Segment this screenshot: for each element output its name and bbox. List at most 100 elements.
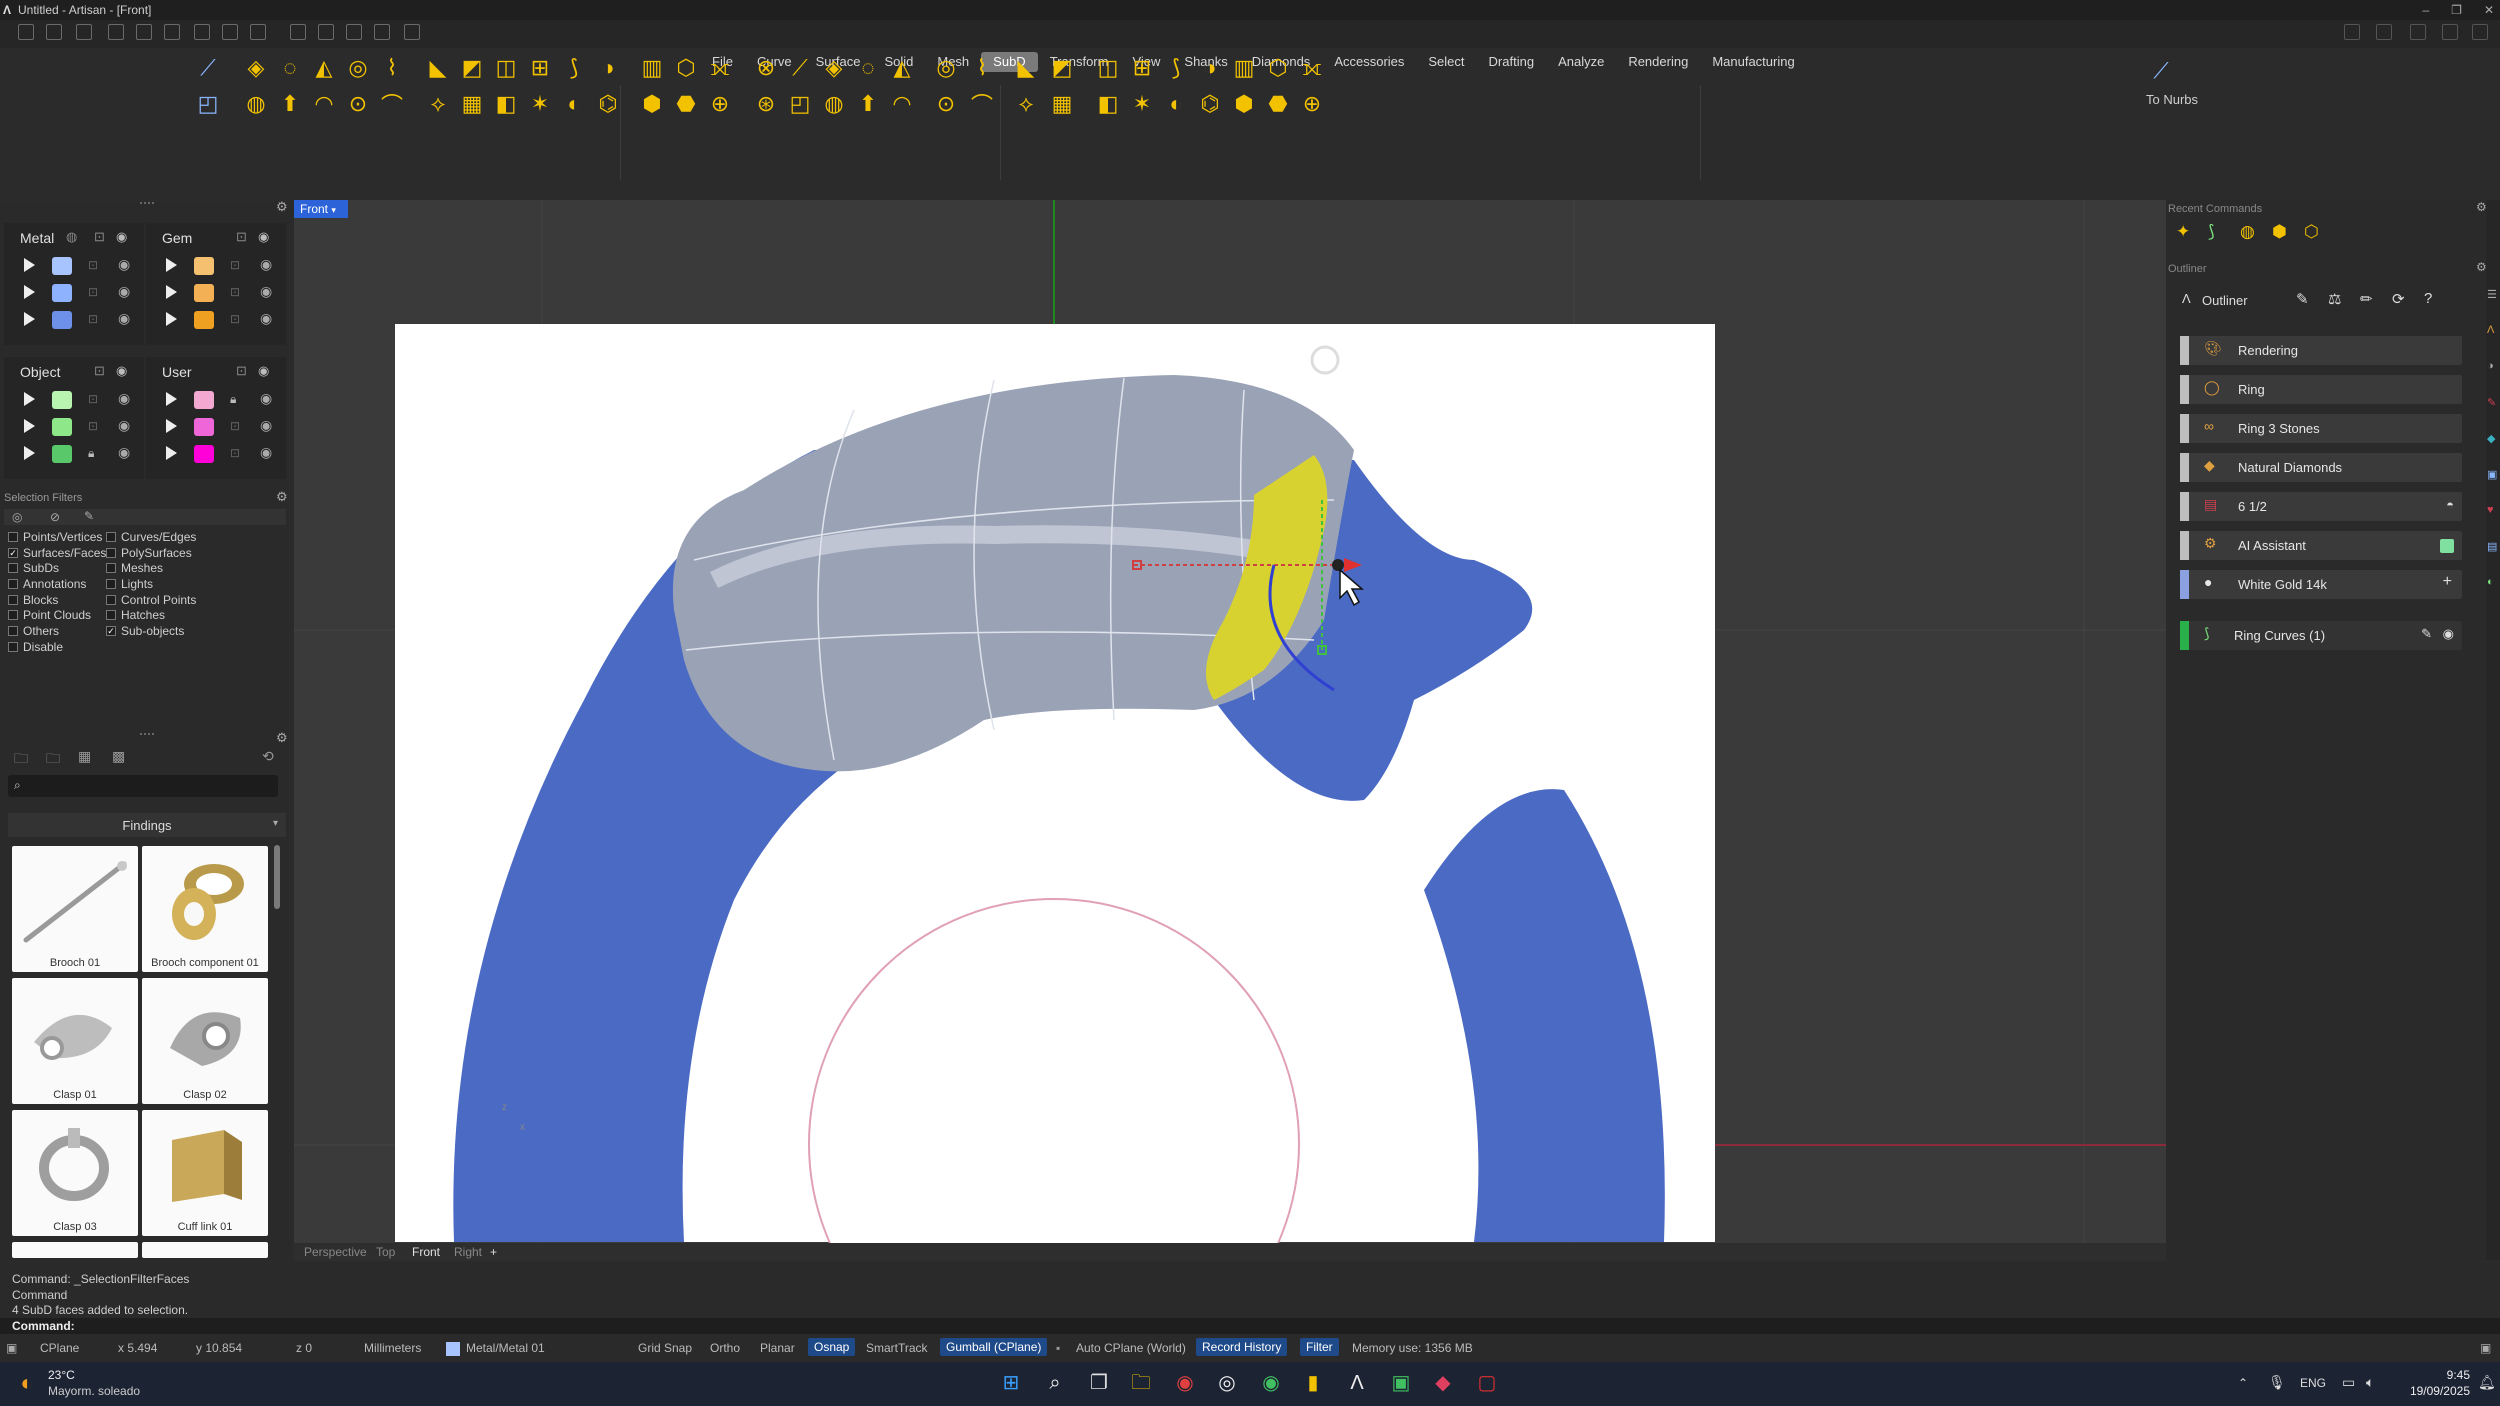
toggle-icon[interactable] <box>2410 24 2426 40</box>
eye-icon[interactable]: ◉ <box>260 444 272 461</box>
layer-color-swatch[interactable] <box>194 391 214 409</box>
panel-toggle-icon[interactable]: ▣ <box>2480 1341 2491 1355</box>
eye-icon[interactable]: ◉ <box>116 229 127 245</box>
layer-color-swatch[interactable] <box>52 418 72 436</box>
open-recent-icon[interactable] <box>108 24 124 40</box>
subd-smooth-tool-icon[interactable]: ⊕ <box>1291 83 1333 125</box>
expand-icon[interactable] <box>24 312 35 326</box>
subd-bend-tool-icon[interactable]: ⌒ <box>371 83 413 125</box>
status-gumball[interactable]: Gumball (CPlane) <box>940 1338 1048 1356</box>
layer-row[interactable]: ⊡ ◉ <box>146 414 286 441</box>
outliner-row-white-gold[interactable]: ● White Gold 14k + <box>2180 570 2462 599</box>
filter-annotations[interactable]: Annotations <box>8 576 106 592</box>
lock-icon[interactable]: ⊡ <box>230 285 240 299</box>
menu-select[interactable]: Select <box>1416 52 1476 72</box>
status-grid-snap[interactable]: Grid Snap <box>638 1341 692 1355</box>
filter-control-points[interactable]: Control Points <box>106 592 196 608</box>
filter-surfaces-faces[interactable]: ✓ Surfaces/Faces <box>8 545 106 561</box>
library-settings-gear-icon[interactable]: ⚙ <box>276 730 288 746</box>
layer-color-swatch[interactable] <box>52 311 72 329</box>
checkbox[interactable] <box>106 547 116 558</box>
outliner-row-ring[interactable]: ◯ Ring <box>2180 375 2462 404</box>
lock-icon[interactable]: ⊡ <box>88 392 98 406</box>
eye-icon[interactable]: ◉ <box>260 417 272 434</box>
filter-meshes[interactable]: Meshes <box>106 560 196 576</box>
status-planar[interactable]: Planar <box>760 1341 795 1355</box>
lock-icon[interactable]: ⊡ <box>230 258 240 272</box>
lock-icon[interactable]: ⊡ <box>88 258 98 272</box>
excel-icon[interactable]: ▣ <box>1388 1370 1414 1396</box>
filter-disable[interactable]: Disable <box>8 639 106 655</box>
outliner-row-ring-size[interactable]: ▤ 6 1/2 ◓ <box>2180 492 2462 521</box>
library-category-dropdown[interactable]: Findings ▾ <box>8 813 286 837</box>
layer-color-swatch[interactable] <box>52 391 72 409</box>
checkbox[interactable] <box>106 531 116 542</box>
layer-row[interactable]: ⊡ ◉ <box>146 280 286 307</box>
folder-icon[interactable]: 🗀︎ <box>14 748 28 772</box>
eye-icon[interactable]: ◉ <box>2443 626 2454 642</box>
filter-sub-objects[interactable]: ✓ Sub-objects <box>106 623 196 639</box>
subd-weld-tool-icon[interactable]: ⌬ <box>587 83 629 125</box>
menu-rendering[interactable]: Rendering <box>1616 52 1700 72</box>
lock-icon[interactable]: ⊡ <box>88 285 98 299</box>
eye-icon[interactable]: ◉ <box>260 310 272 327</box>
clock-date[interactable]: 19/09/2025 <box>2400 1384 2470 1398</box>
eye-icon[interactable]: ◉ <box>260 256 272 273</box>
layer-color-swatch[interactable] <box>194 445 214 463</box>
undo-icon[interactable] <box>136 24 152 40</box>
layer-color-swatch[interactable] <box>446 1342 460 1356</box>
viewport-title-tab[interactable]: Front ▾ <box>294 200 348 218</box>
save-as-icon[interactable] <box>222 24 238 40</box>
layer-color-swatch[interactable] <box>194 257 214 275</box>
layer-row[interactable]: ⊡ ◉ <box>4 307 144 334</box>
layer-color-swatch[interactable] <box>194 284 214 302</box>
side-panel-icon[interactable]: ▣ <box>2487 468 2497 481</box>
checkbox[interactable] <box>8 625 18 636</box>
maximize-icon[interactable]: ❐ <box>2451 3 2462 20</box>
windows-start-icon[interactable]: ⊞ <box>998 1370 1024 1396</box>
expand-icon[interactable] <box>24 419 35 433</box>
library-item-clasp-01[interactable]: Clasp 01 <box>12 978 138 1104</box>
subd-plane-tool-icon[interactable]: ◰ <box>187 83 229 125</box>
tray-chevron-icon[interactable]: ⌃ <box>2238 1376 2248 1390</box>
expand-icon[interactable] <box>166 446 177 460</box>
notes-icon[interactable]: ▮ <box>1300 1370 1326 1396</box>
layout-icon[interactable] <box>2344 24 2360 40</box>
layer-color-swatch[interactable] <box>52 445 72 463</box>
tab-top[interactable]: Top <box>376 1245 395 1259</box>
menu-drafting[interactable]: Drafting <box>1477 52 1547 72</box>
lock-icon[interactable]: ⊡ <box>230 419 240 433</box>
checkbox[interactable] <box>106 578 116 589</box>
library-item-cuff-link-01[interactable]: Cuff link 01 <box>142 1110 268 1236</box>
lock-icon[interactable]: ⊡ <box>236 363 247 379</box>
outliner-row-rendering[interactable]: 🎨︎ Rendering <box>2180 336 2462 365</box>
filter-point-clouds[interactable]: Point Clouds <box>8 607 106 623</box>
front-viewport[interactable]: z x <box>294 200 2166 1245</box>
lock-icon[interactable]: ⊡ <box>88 419 98 433</box>
expand-icon[interactable] <box>24 392 35 406</box>
filter-polysurfaces[interactable]: PolySurfaces <box>106 545 196 561</box>
viewport-canvas[interactable]: z x <box>294 200 2166 1245</box>
checkbox[interactable]: ✓ <box>8 547 18 558</box>
outliner-row-ring-curves[interactable]: ⟆ Ring Curves (1) ✎ ◉ <box>2180 621 2462 650</box>
lock-icon[interactable]: 🔒︎ <box>230 392 236 407</box>
layer-color-swatch[interactable] <box>52 257 72 275</box>
layers-settings-gear-icon[interactable]: ⚙ <box>276 199 288 215</box>
volume-icon[interactable]: 🔈︎ <box>2366 1374 2374 1391</box>
gallery-icon[interactable]: ▦ <box>78 748 91 765</box>
recent-cmd-curve-icon[interactable]: ⟆ <box>2208 222 2215 242</box>
eye-icon[interactable]: ◉ <box>118 390 130 407</box>
new-template-icon[interactable] <box>46 24 62 40</box>
refresh-icon[interactable]: ⟳ <box>2392 290 2405 308</box>
library-item-clasp-02[interactable]: Clasp 02 <box>142 978 268 1104</box>
microphone-icon[interactable]: 🎙︎ <box>2268 1374 2286 1391</box>
red-app-icon[interactable]: ▢ <box>1474 1370 1500 1396</box>
layer-row[interactable]: ⊡ ◉ <box>146 253 286 280</box>
eye-icon[interactable]: ◉ <box>118 283 130 300</box>
status-osnap[interactable]: Osnap <box>808 1338 856 1356</box>
library-scrollbar[interactable] <box>274 845 280 909</box>
subd-bridge-tool-icon[interactable]: ▦ <box>1041 83 1083 125</box>
lock-icon[interactable]: ⊡ <box>94 229 105 245</box>
layer-row[interactable]: ⊡ ◉ <box>4 387 144 414</box>
filter-subds[interactable]: SubDs <box>8 560 106 576</box>
